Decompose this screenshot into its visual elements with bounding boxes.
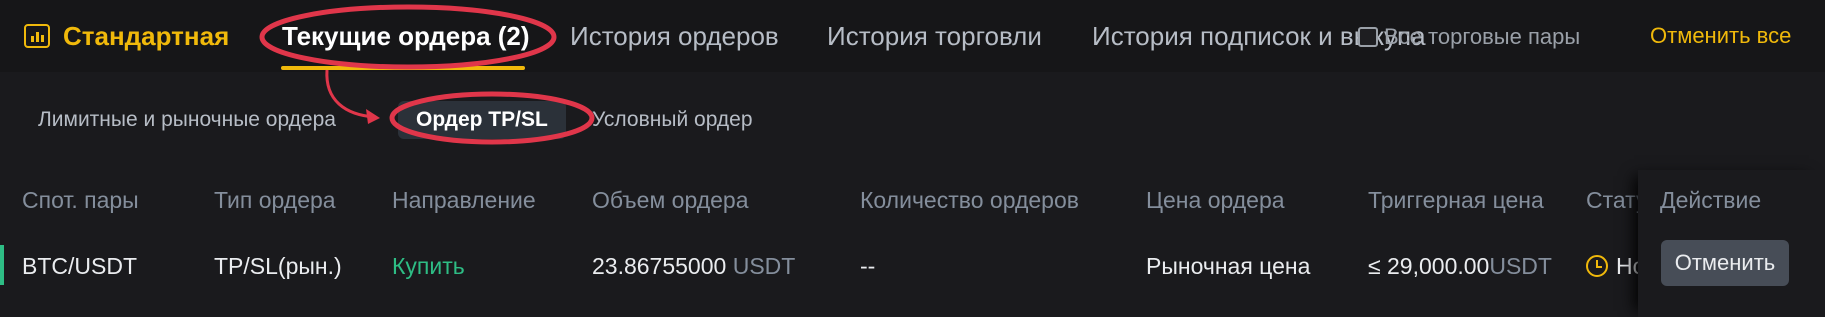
tab-trade-history[interactable]: История торговли — [827, 20, 1042, 52]
checkbox-icon[interactable] — [1358, 27, 1378, 47]
arrow-head-icon — [366, 109, 380, 124]
cell-status: Новый — [1586, 251, 1638, 283]
cell-amount: 23.86755000 USDT — [592, 251, 795, 281]
cell-price: Рыночная цена — [1146, 253, 1311, 279]
brand-label[interactable]: Стандартная — [63, 20, 229, 52]
cell-trigger: ≤ 29,000.00USDT — [1368, 251, 1552, 281]
column-header-type: Тип ордера — [214, 187, 336, 213]
subtab-conditional[interactable]: Условный ордер — [592, 106, 753, 134]
row-side-marker — [0, 245, 4, 285]
cancel-all-button[interactable]: Отменить все — [1650, 22, 1791, 50]
subtab-limit-market[interactable]: Лимитные и рыночные ордера — [38, 106, 336, 134]
column-header-amount: Объем ордера — [592, 187, 749, 213]
cell-type: TP/SL(рын.) — [214, 253, 342, 279]
cancel-order-button[interactable]: Отменить — [1661, 240, 1789, 286]
trigger-unit: USDT — [1489, 253, 1552, 279]
amount-value: 23.86755000 — [592, 253, 727, 279]
column-header-quantity: Количество ордеров — [860, 187, 1079, 213]
column-header-trigger: Триггерная цена — [1368, 187, 1544, 213]
column-header-status: Статус — [1586, 187, 1638, 213]
column-header-pair: Спот. пары — [22, 187, 139, 213]
status-label: Новый — [1616, 253, 1638, 279]
chart-bars-icon — [24, 24, 50, 48]
column-header-side: Направление — [392, 187, 536, 213]
column-header-price: Цена ордера — [1146, 187, 1285, 213]
cell-pair: BTC/USDT — [22, 253, 137, 279]
clock-icon — [1586, 255, 1608, 277]
column-header-action: Действие — [1660, 187, 1762, 213]
amount-unit: USDT — [732, 253, 796, 279]
cell-quantity: -- — [860, 253, 876, 279]
subtab-tpsl[interactable]: Ордер TP/SL — [398, 101, 566, 139]
tab-order-history[interactable]: История ордеров — [570, 20, 779, 52]
all-pairs-label: Все торговые пары — [1384, 24, 1581, 49]
trigger-value: ≤ 29,000.00 — [1368, 253, 1490, 279]
order-tabs-bar: Стандартная Текущие ордера (2) История о… — [0, 0, 1825, 72]
active-tab-underline — [281, 66, 525, 70]
cell-side: Купить — [392, 253, 465, 279]
all-pairs-checkbox[interactable]: Все торговые пары — [1358, 23, 1580, 51]
tab-open-orders[interactable]: Текущие ордера (2) — [282, 20, 530, 52]
